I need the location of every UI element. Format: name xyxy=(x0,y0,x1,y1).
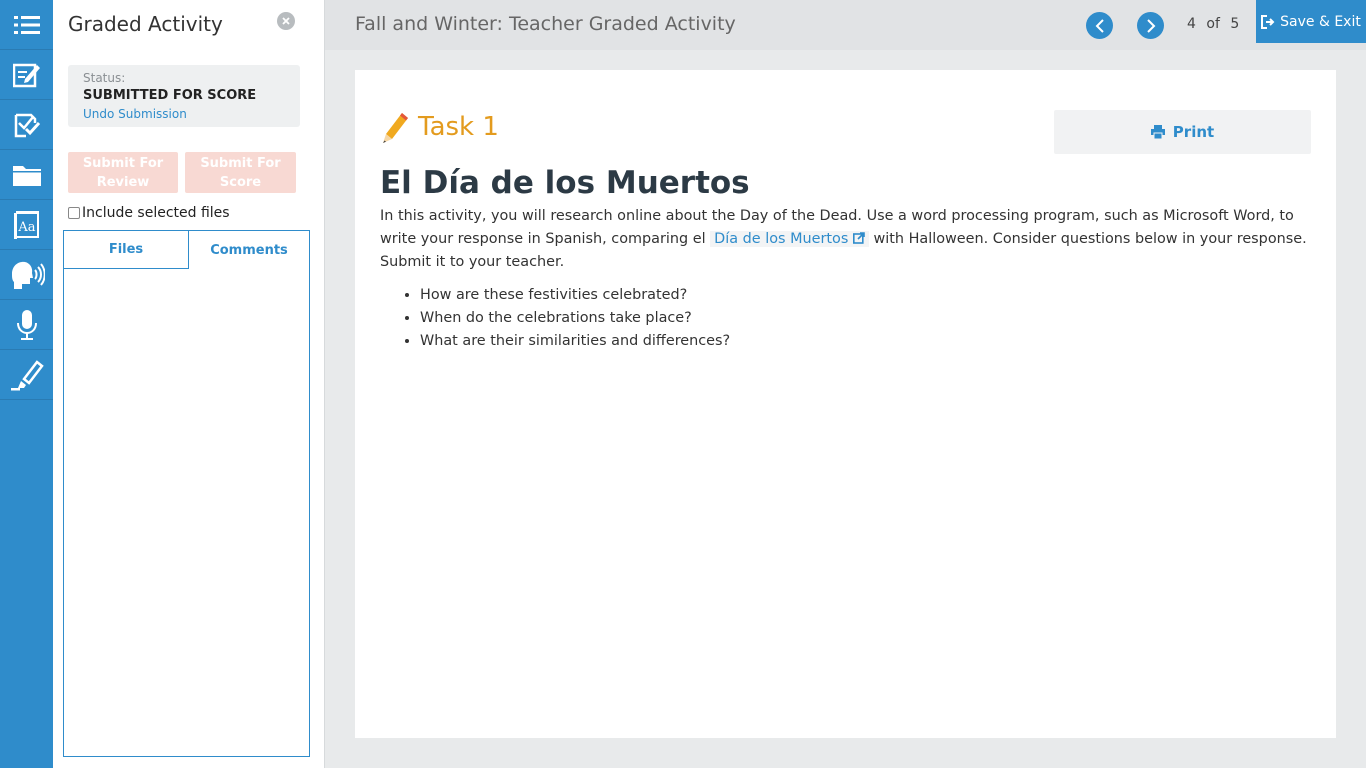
rail-contents[interactable] xyxy=(0,0,53,50)
status-label: Status: xyxy=(83,71,126,85)
panel-title: Graded Activity xyxy=(68,12,223,36)
submit-for-score-button[interactable]: Submit For Score xyxy=(185,152,296,193)
total-pages: 5 xyxy=(1230,16,1240,32)
previous-page-button[interactable] xyxy=(1086,12,1113,39)
svg-text:Aa: Aa xyxy=(17,220,35,235)
chevron-right-icon xyxy=(1146,18,1155,33)
link-text: Día de los Muertos xyxy=(714,231,849,247)
course-title: Fall and Winter: Teacher Graded Activity xyxy=(355,13,736,35)
microphone-icon xyxy=(16,309,37,340)
activity-heading: El Día de los Muertos xyxy=(380,165,750,201)
task-header: Task 1 xyxy=(380,110,499,144)
highlighter-icon xyxy=(10,359,44,390)
close-icon xyxy=(282,17,290,25)
include-files-label: Include selected files xyxy=(82,205,230,221)
rail-dictionary[interactable]: Aa xyxy=(0,200,53,250)
save-exit-button[interactable]: Save & Exit xyxy=(1256,0,1366,43)
next-page-button[interactable] xyxy=(1137,12,1164,39)
dictionary-icon: Aa xyxy=(13,210,39,239)
submit-for-review-button[interactable]: Submit For Review xyxy=(68,152,178,193)
print-label: Print xyxy=(1172,123,1215,141)
printer-icon xyxy=(1150,125,1165,139)
files-comments-tabs: Files Comments xyxy=(63,230,310,757)
list-icon xyxy=(13,15,40,34)
folder-icon xyxy=(12,165,41,186)
of-label: of xyxy=(1206,16,1220,32)
tab-files[interactable]: Files xyxy=(64,231,189,269)
external-link-icon xyxy=(852,232,865,244)
print-button[interactable]: Print xyxy=(1054,110,1311,154)
list-item: How are these festivities celebrated? xyxy=(420,284,730,307)
tool-rail: Aa xyxy=(0,0,61,768)
list-item: What are their similarities and differen… xyxy=(420,330,730,353)
edit-notes-icon xyxy=(12,63,40,87)
rail-text-to-speech[interactable] xyxy=(0,250,53,300)
exit-icon xyxy=(1261,14,1275,29)
graded-check-icon xyxy=(14,113,40,137)
include-files-row: Include selected files xyxy=(68,205,230,221)
rail-record[interactable] xyxy=(0,300,53,350)
page-indicator: 4 of 5 xyxy=(1187,16,1239,32)
current-page: 4 xyxy=(1187,16,1196,32)
rail-notes[interactable] xyxy=(0,50,53,100)
list-item: When do the celebrations take place? xyxy=(420,307,730,330)
tab-comments[interactable]: Comments xyxy=(189,231,309,269)
top-header: Fall and Winter: Teacher Graded Activity… xyxy=(325,0,1366,50)
task-title: Task 1 xyxy=(418,112,499,142)
undo-submission-link[interactable]: Undo Submission xyxy=(83,106,285,122)
save-exit-label: Save & Exit xyxy=(1280,13,1361,30)
question-list: How are these festivities celebrated? Wh… xyxy=(420,284,730,353)
include-files-checkbox[interactable] xyxy=(68,207,80,219)
pencil-icon xyxy=(383,113,408,143)
rail-graded-activity[interactable] xyxy=(0,100,61,150)
graded-activity-panel: Graded Activity Status: SUBMITTED FOR SC… xyxy=(53,0,325,768)
status-value: SUBMITTED FOR SCORE xyxy=(83,88,257,103)
speech-icon xyxy=(11,261,45,289)
chevron-left-icon xyxy=(1095,18,1104,33)
activity-instructions: In this activity, you will research onli… xyxy=(380,205,1315,274)
activity-content: Task 1 Print El Día de los Muertos In th… xyxy=(355,70,1336,738)
rail-files[interactable] xyxy=(0,150,53,200)
close-panel-button[interactable] xyxy=(277,12,295,30)
rail-highlighter[interactable] xyxy=(0,350,53,400)
status-box: Status: SUBMITTED FOR SCORE Undo Submiss… xyxy=(68,65,300,127)
dia-de-los-muertos-link[interactable]: Día de los Muertos xyxy=(710,231,869,247)
